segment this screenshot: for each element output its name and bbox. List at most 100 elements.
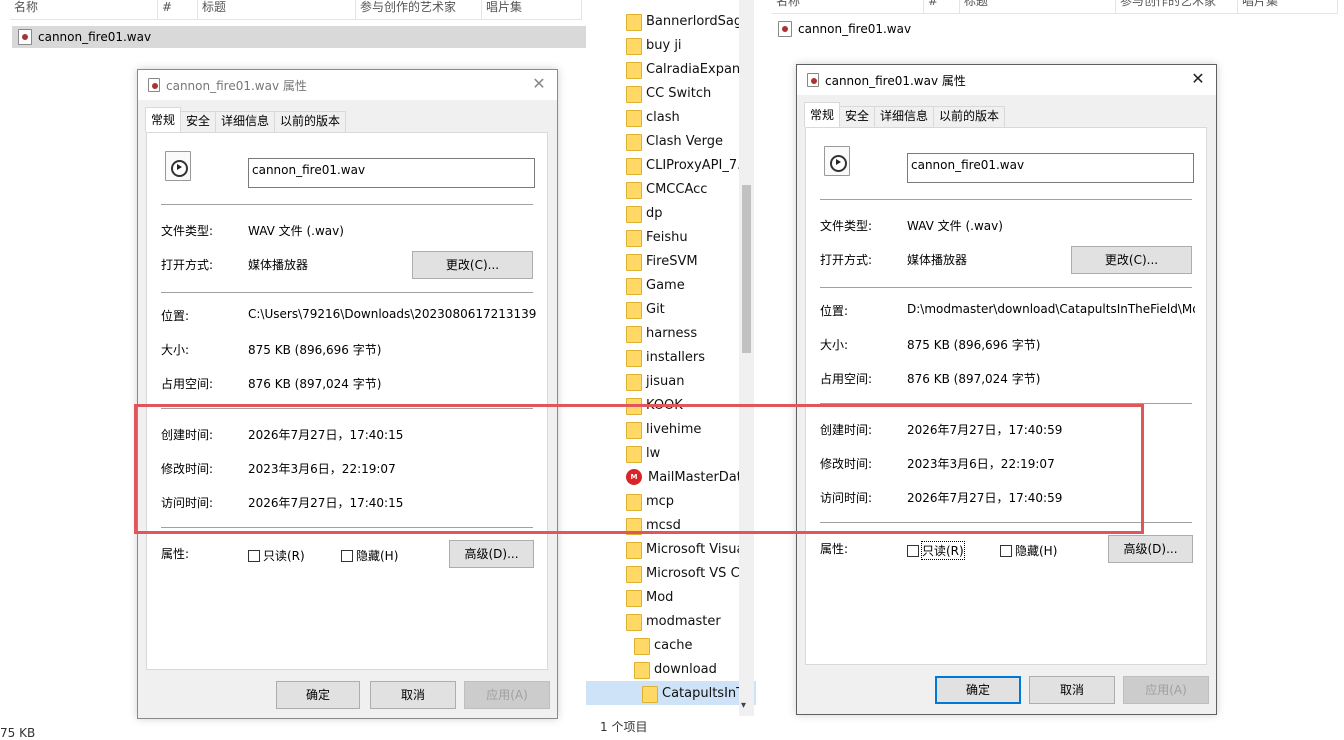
open-with-value: 媒体播放器: [907, 253, 968, 267]
column-album[interactable]: 唱片集: [1238, 0, 1338, 14]
location-value[interactable]: C:\Users\79216\Downloads\202308061721313…: [248, 307, 536, 321]
tree-item[interactable]: download: [586, 657, 756, 681]
column-artist[interactable]: 参与创作的艺术家: [356, 0, 482, 20]
checkbox-box[interactable]: [248, 549, 260, 562]
tree-item-label: CMCCAcc: [646, 181, 708, 197]
tab-security[interactable]: 安全: [180, 111, 217, 132]
folder-icon: [626, 13, 642, 31]
tree-item[interactable]: CMCCAcc: [586, 177, 756, 201]
tree-item[interactable]: Microsoft Visua: [586, 537, 756, 561]
hidden-checkbox[interactable]: 隐藏(H): [1000, 542, 1057, 559]
column-name[interactable]: 名称: [772, 0, 924, 14]
column-title[interactable]: 标题: [960, 0, 1116, 14]
close-icon[interactable]: ✕: [1190, 69, 1206, 89]
size-value: 875 KB (896,696 字节): [248, 343, 382, 357]
column-artist[interactable]: 参与创作的艺术家: [1116, 0, 1238, 14]
checkbox-box[interactable]: [1000, 544, 1012, 557]
tree-item[interactable]: Feishu: [586, 225, 756, 249]
tree-item[interactable]: FireSVM: [586, 249, 756, 273]
file-row[interactable]: cannon_fire01.wav: [12, 26, 586, 48]
change-button[interactable]: 更改(C)...: [412, 251, 533, 279]
tree-item[interactable]: cache: [586, 633, 756, 657]
general-panel: cannon_fire01.wav 文件类型: WAV 文件 (.wav) 打开…: [805, 127, 1207, 665]
tree-item[interactable]: Mod: [586, 585, 756, 609]
tree-item[interactable]: mcsd: [586, 513, 756, 537]
tree-item[interactable]: CC Switch: [586, 81, 756, 105]
tree-item[interactable]: clash: [586, 105, 756, 129]
tree-item-label: FireSVM: [646, 253, 698, 269]
tree-item[interactable]: Microsoft VS Co: [586, 561, 756, 585]
tree-item[interactable]: CalradiaExpand: [586, 57, 756, 81]
modified-label: 修改时间:: [820, 457, 873, 471]
divider: [820, 403, 1192, 404]
tree-item[interactable]: Git: [586, 297, 756, 321]
cancel-button[interactable]: 取消: [1029, 676, 1115, 704]
ok-button[interactable]: 确定: [276, 681, 360, 709]
folder-icon: [626, 421, 642, 439]
tree-item[interactable]: buy ji: [586, 33, 756, 57]
column-number[interactable]: #: [158, 0, 198, 20]
column-number[interactable]: #: [924, 0, 960, 14]
apply-button[interactable]: 应用(A): [1123, 676, 1209, 704]
tab-general[interactable]: 常规: [804, 102, 841, 127]
file-name-input[interactable]: cannon_fire01.wav: [248, 158, 535, 188]
tree-item[interactable]: Clash Verge: [586, 129, 756, 153]
folder-icon: [626, 61, 642, 79]
file-type-value: WAV 文件 (.wav): [248, 224, 344, 238]
tree-item[interactable]: KOOK: [586, 393, 756, 417]
tab-details[interactable]: 详细信息: [215, 111, 276, 132]
advanced-button[interactable]: 高级(D)...: [449, 540, 534, 568]
media-file-icon: [824, 146, 850, 176]
column-name[interactable]: 名称: [10, 0, 158, 20]
column-album[interactable]: 唱片集: [482, 0, 582, 20]
tab-general[interactable]: 常规: [145, 107, 182, 132]
checkbox-box[interactable]: [341, 549, 353, 562]
tab-details[interactable]: 详细信息: [874, 106, 935, 127]
tree-item[interactable]: BannerlordSage: [586, 9, 756, 33]
folder-icon: [626, 349, 642, 367]
tree-item[interactable]: livehime: [586, 417, 756, 441]
file-row[interactable]: cannon_fire01.wav: [778, 18, 911, 40]
location-value[interactable]: D:\modmaster\download\CatapultsInTheFiel…: [907, 302, 1195, 316]
disk-size-value: 876 KB (897,024 字节): [907, 372, 1041, 386]
change-button[interactable]: 更改(C)...: [1071, 246, 1192, 274]
tree-item[interactable]: dp: [586, 201, 756, 225]
tree-scrollbar[interactable]: ▾: [739, 0, 754, 716]
open-with-value: 媒体播放器: [248, 258, 309, 272]
readonly-checkbox[interactable]: 只读(R): [907, 541, 965, 560]
tree-item[interactable]: jisuan: [586, 369, 756, 393]
hidden-checkbox[interactable]: 隐藏(H): [341, 547, 398, 564]
apply-button[interactable]: 应用(A): [464, 681, 550, 709]
tree-item[interactable]: mcp: [586, 489, 756, 513]
tab-previous-versions[interactable]: 以前的版本: [274, 111, 347, 132]
tree-item-label: Clash Verge: [646, 133, 724, 149]
tree-item[interactable]: modmaster: [586, 609, 756, 633]
advanced-button[interactable]: 高级(D)...: [1108, 535, 1193, 563]
tree-item[interactable]: M MailMasterData: [586, 465, 756, 489]
tree-item[interactable]: Game: [586, 273, 756, 297]
ok-button[interactable]: 确定: [935, 676, 1021, 704]
tab-previous-versions[interactable]: 以前的版本: [933, 106, 1006, 127]
tree-item[interactable]: CLIProxyAPI_7.1: [586, 153, 756, 177]
dialog-titlebar[interactable]: cannon_fire01.wav 属性 ✕: [797, 65, 1216, 95]
scrollbar-thumb[interactable]: [742, 185, 751, 353]
checkbox-box[interactable]: [907, 544, 919, 557]
modified-value: 2023年3月6日，22:19:07: [248, 462, 396, 476]
column-title[interactable]: 标题: [198, 0, 356, 20]
tab-security[interactable]: 安全: [839, 106, 876, 127]
tree-item[interactable]: CatapultsInTl: [586, 681, 756, 705]
tree-item[interactable]: lw: [586, 441, 756, 465]
tab-bar: 常规 安全 详细信息 以前的版本: [804, 101, 1006, 127]
folder-icon: [626, 85, 642, 103]
cancel-button[interactable]: 取消: [370, 681, 456, 709]
tree-item[interactable]: installers: [586, 345, 756, 369]
readonly-checkbox[interactable]: 只读(R): [248, 547, 305, 564]
close-icon[interactable]: ✕: [531, 74, 547, 94]
folder-icon: [642, 685, 658, 703]
file-name-input[interactable]: cannon_fire01.wav: [907, 153, 1194, 183]
tree-item[interactable]: harness: [586, 321, 756, 345]
scroll-down-icon[interactable]: ▾: [741, 700, 746, 711]
disk-size-label: 占用空间:: [820, 372, 873, 386]
tab-bar: 常规 安全 详细信息 以前的版本: [145, 106, 347, 132]
dialog-titlebar[interactable]: cannon_fire01.wav 属性 ✕: [138, 70, 557, 100]
